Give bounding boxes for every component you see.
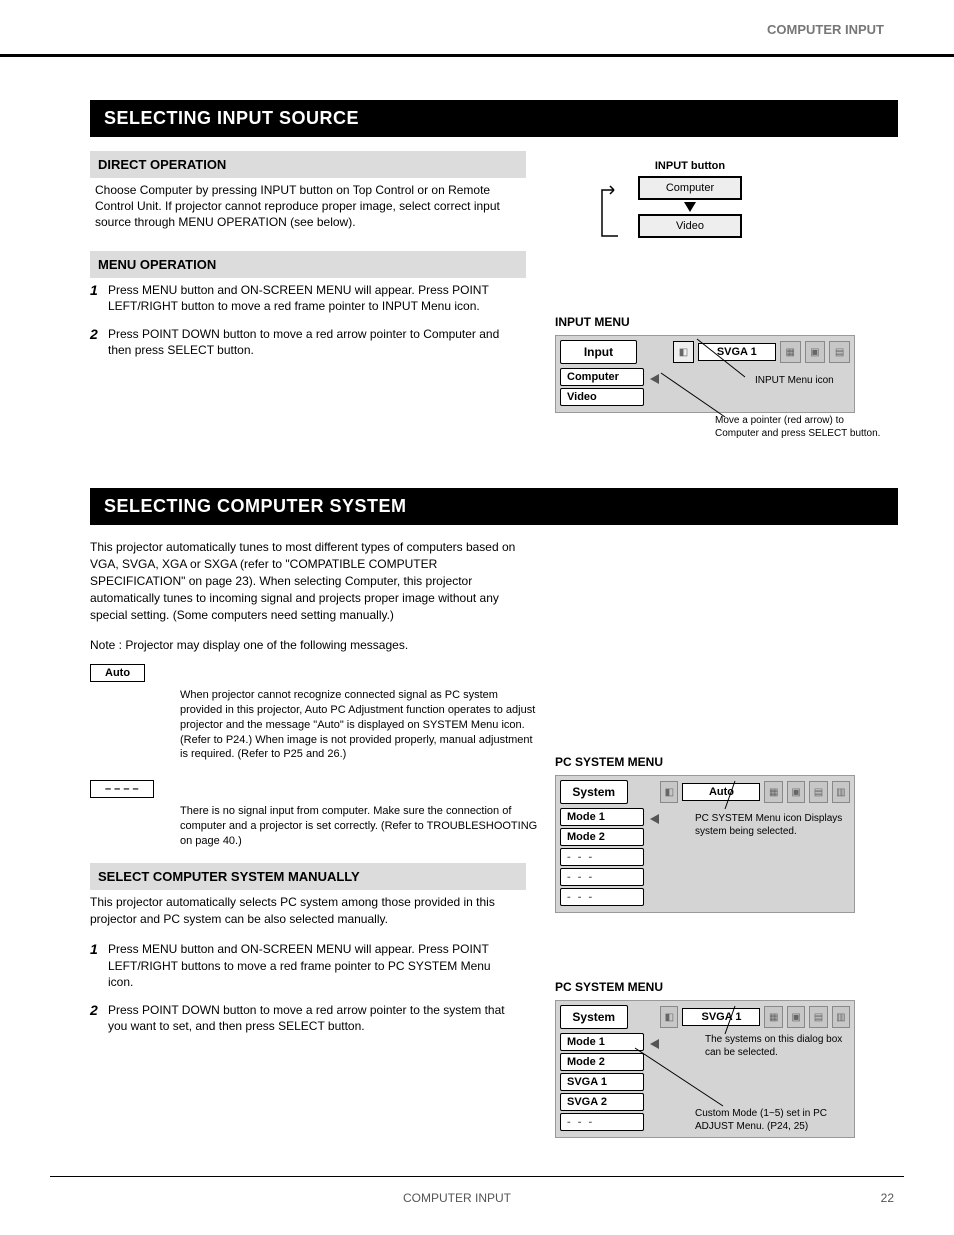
no-signal-label: – – – –	[90, 780, 154, 798]
input-menu-icon[interactable]: ◧	[673, 341, 694, 363]
menu-tab-icon[interactable]: ▤	[809, 1006, 827, 1028]
menu-tab-icon-1[interactable]: ▦	[780, 341, 801, 363]
callout-move-pointer: Move a pointer (red arrow) to Computer a…	[715, 415, 885, 440]
manual-step-number-2: 2	[90, 1002, 108, 1034]
manual-step-1: Press MENU button and ON-SCREEN MENU wil…	[108, 941, 518, 990]
menu-tab-icon-2[interactable]: ▣	[805, 341, 826, 363]
manual-select-intro: This projector automatically selects PC …	[90, 894, 530, 928]
callout-line	[723, 779, 753, 815]
flow-computer: Computer	[638, 176, 742, 200]
input-menu-diagram: INPUT MENU Input ◧ SVGA 1 ▦ ▣ ▤ Computer…	[555, 315, 855, 413]
menu-tab-icon[interactable]: ▣	[787, 1006, 805, 1028]
menu-item-video[interactable]: Video	[560, 388, 644, 406]
menu-tab-icon[interactable]: ▥	[832, 781, 850, 803]
menu-title-system-1: System	[560, 780, 628, 804]
auto-mode-body: When projector cannot recognize connecte…	[180, 688, 540, 762]
no-signal-body: There is no signal input from computer. …	[180, 804, 540, 849]
callout-system-icon: PC SYSTEM Menu icon Displays system bein…	[695, 813, 865, 838]
direct-operation-body: Choose Computer by pressing INPUT button…	[95, 182, 525, 231]
menu-tab-icon[interactable]: ▣	[787, 781, 805, 803]
pc-system-menu-2: PC SYSTEM MENU System ◧ SVGA 1 ▦ ▣ ▤ ▥ M…	[555, 980, 855, 1138]
auto-mode-label: Auto	[90, 664, 145, 682]
pc-system-menu-2-heading: PC SYSTEM MENU	[555, 980, 855, 994]
page-number: 22	[881, 1191, 894, 1205]
header-rule	[0, 48, 954, 57]
pointer-arrow-icon	[650, 814, 659, 824]
menu-tab-icon[interactable]: ▥	[832, 1006, 850, 1028]
flow-video: Video	[638, 214, 742, 238]
menu-step-2: Press POINT DOWN button to move a red ar…	[108, 326, 518, 358]
pc-system-panel-1: System ◧ Auto ▦ ▣ ▤ ▥ Mode 1 Mode 2 - - …	[555, 775, 855, 913]
manual-step-number-1: 1	[90, 941, 108, 1002]
footer-rule	[50, 1176, 904, 1177]
manual-step-2: Press POINT DOWN button to move a red ar…	[108, 1002, 518, 1034]
system-note-intro: Note : Projector may display one of the …	[90, 637, 530, 654]
direct-operation-heading: DIRECT OPERATION	[90, 151, 526, 178]
step-number-2: 2	[90, 326, 108, 358]
menu-item[interactable]: Mode 1	[560, 808, 644, 826]
menu-item[interactable]: Mode 1	[560, 1033, 644, 1051]
menu-operation-heading: MENU OPERATION	[90, 251, 526, 278]
input-menu-label: INPUT MENU	[555, 315, 855, 329]
manual-select-heading: SELECT COMPUTER SYSTEM MANUALLY	[90, 863, 526, 890]
menu-tab-icon[interactable]: ▦	[764, 1006, 782, 1028]
menu-item-computer[interactable]: Computer	[560, 368, 644, 386]
menu-item[interactable]: SVGA 1	[560, 1073, 644, 1091]
menu-step-1: Press MENU button and ON-SCREEN MENU wil…	[108, 282, 518, 314]
menu-title-input: Input	[560, 340, 637, 364]
menu-item-empty: - - -	[560, 1113, 644, 1131]
system-intro: This projector automatically tunes to mo…	[90, 539, 530, 623]
menu-item[interactable]: Mode 2	[560, 1053, 644, 1071]
menu-title-system-2: System	[560, 1005, 628, 1029]
arrow-down-icon	[684, 202, 696, 212]
input-button-flow: INPUT button Computer Video	[600, 160, 780, 238]
section-title-computer-system: SELECTING COMPUTER SYSTEM	[90, 488, 898, 525]
input-button-label: INPUT button	[600, 160, 780, 172]
menu-tab-icon[interactable]: ▤	[809, 781, 827, 803]
menu-item[interactable]: SVGA 2	[560, 1093, 644, 1111]
menu-tab-icon[interactable]: ▦	[764, 781, 782, 803]
callout-input-icon: INPUT Menu icon	[755, 375, 865, 388]
callout-custom-mode: Custom Mode (1~5) set in PC ADJUST Menu.…	[695, 1108, 865, 1133]
menu-tab-icon-3[interactable]: ▤	[829, 341, 850, 363]
menu-item-empty: - - -	[560, 888, 644, 906]
menu-item-empty: - - -	[560, 868, 644, 886]
pc-system-menu-1-heading: PC SYSTEM MENU	[555, 755, 855, 769]
callout-line	[633, 1046, 733, 1116]
section-title-input-source: SELECTING INPUT SOURCE	[90, 100, 898, 137]
footer-title: COMPUTER INPUT	[60, 1191, 854, 1205]
page: COMPUTER INPUT SELECTING INPUT SOURCE DI…	[0, 0, 954, 1235]
step-number-1: 1	[90, 282, 108, 326]
pc-system-menu-1: PC SYSTEM MENU System ◧ Auto ▦ ▣ ▤ ▥ Mod…	[555, 755, 855, 913]
menu-item-empty: - - -	[560, 848, 644, 866]
menu-tab-icon[interactable]: ◧	[660, 781, 678, 803]
loop-arrow-icon	[600, 186, 620, 240]
menu-item[interactable]: Mode 2	[560, 828, 644, 846]
header-category: COMPUTER INPUT	[767, 22, 884, 37]
menu-tab-icon[interactable]: ◧	[660, 1006, 678, 1028]
